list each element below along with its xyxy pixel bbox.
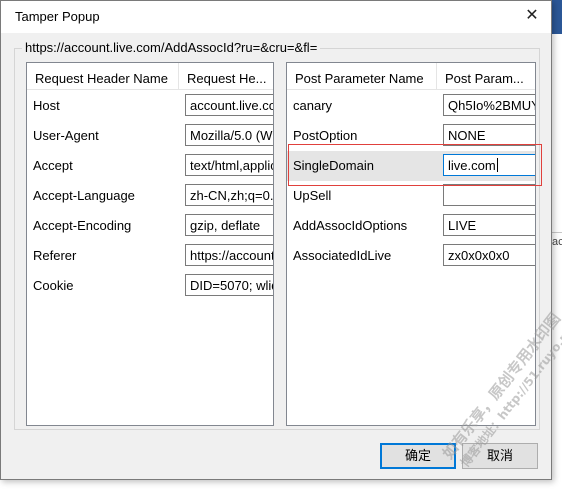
- background-titlebar: [552, 0, 562, 34]
- ok-button[interactable]: 确定: [380, 443, 456, 469]
- highlight-box: [288, 144, 542, 186]
- header-row[interactable]: Cookie DID=5070; wlid: [27, 271, 273, 301]
- header-row[interactable]: Host account.live.com: [27, 91, 273, 121]
- request-url-label: https://account.live.com/AddAssocId?ru=&…: [22, 40, 321, 55]
- request-headers-list: Request Header Name Request He... Host ac…: [26, 62, 274, 426]
- param-name: PostOption: [293, 128, 358, 143]
- background-text: ac: [552, 236, 562, 248]
- close-icon[interactable]: ✕: [519, 5, 545, 27]
- param-value-field[interactable]: [443, 184, 535, 206]
- header-value-text: gzip, deflate: [190, 218, 261, 233]
- title-bar: Tamper Popup ✕: [1, 1, 551, 33]
- header-name: User-Agent: [33, 128, 99, 143]
- header-name: Accept-Encoding: [33, 218, 132, 233]
- param-value-text: Qh5Io%2BMUYz: [448, 98, 535, 113]
- window-title: Tamper Popup: [15, 9, 100, 24]
- cancel-button[interactable]: 取消: [462, 443, 538, 469]
- header-value-text: zh-CN,zh;q=0.8: [190, 188, 274, 203]
- header-value-text: DID=5070; wlid: [190, 278, 274, 293]
- header-row[interactable]: Accept-Encoding gzip, deflate: [27, 211, 273, 241]
- header-value-text: https://account.l: [190, 248, 274, 263]
- header-value-field[interactable]: DID=5070; wlid: [185, 274, 274, 296]
- header-value-text: Mozilla/5.0 (Wind: [190, 128, 273, 143]
- param-value-field[interactable]: zx0x0x0x0: [443, 244, 535, 266]
- param-value-field[interactable]: Qh5Io%2BMUYz: [443, 94, 535, 116]
- column-header-param-value[interactable]: Post Param...: [437, 63, 535, 90]
- header-value-field[interactable]: text/html,applicat: [185, 154, 273, 176]
- header-value-field[interactable]: Mozilla/5.0 (Wind: [185, 124, 273, 146]
- header-name: Cookie: [33, 278, 74, 293]
- header-value-text: account.live.com: [190, 98, 273, 113]
- column-header-name[interactable]: Request Header Name: [27, 63, 179, 90]
- header-name: Accept: [33, 158, 73, 173]
- param-row[interactable]: canary Qh5Io%2BMUYz: [287, 91, 535, 121]
- header-value-field[interactable]: https://account.l: [185, 244, 274, 266]
- header-value-text: text/html,applicat: [190, 158, 273, 173]
- param-row[interactable]: AssociatedIdLive zx0x0x0x0: [287, 241, 535, 271]
- param-name: AddAssocIdOptions: [293, 218, 408, 233]
- header-row[interactable]: User-Agent Mozilla/5.0 (Wind: [27, 121, 273, 151]
- header-value-field[interactable]: zh-CN,zh;q=0.8: [185, 184, 274, 206]
- param-row[interactable]: AddAssocIdOptions LIVE: [287, 211, 535, 241]
- post-parameters-list: Post Parameter Name Post Param... canary…: [286, 62, 536, 426]
- header-value-field[interactable]: account.live.com: [185, 94, 273, 116]
- header-name: Accept-Language: [33, 188, 135, 203]
- param-name: canary: [293, 98, 333, 113]
- column-header-param-name[interactable]: Post Parameter Name: [287, 63, 437, 90]
- background-window: ac: [552, 0, 562, 490]
- param-value-text: NONE: [448, 128, 486, 143]
- header-row[interactable]: Accept-Language zh-CN,zh;q=0.8: [27, 181, 273, 211]
- param-value-text: zx0x0x0x0: [448, 248, 510, 263]
- header-value-field[interactable]: gzip, deflate: [185, 214, 273, 236]
- param-value-field[interactable]: LIVE: [443, 214, 535, 236]
- header-row[interactable]: Referer https://account.l: [27, 241, 273, 271]
- column-header-value[interactable]: Request He...: [179, 63, 273, 90]
- param-value-field[interactable]: NONE: [443, 124, 535, 146]
- param-value-text: LIVE: [448, 218, 477, 233]
- param-name: AssociatedIdLive: [293, 248, 392, 263]
- param-name: UpSell: [293, 188, 332, 203]
- header-name: Referer: [33, 248, 77, 263]
- header-name: Host: [33, 98, 60, 113]
- background-divider: [552, 232, 562, 233]
- header-row[interactable]: Accept text/html,applicat: [27, 151, 273, 181]
